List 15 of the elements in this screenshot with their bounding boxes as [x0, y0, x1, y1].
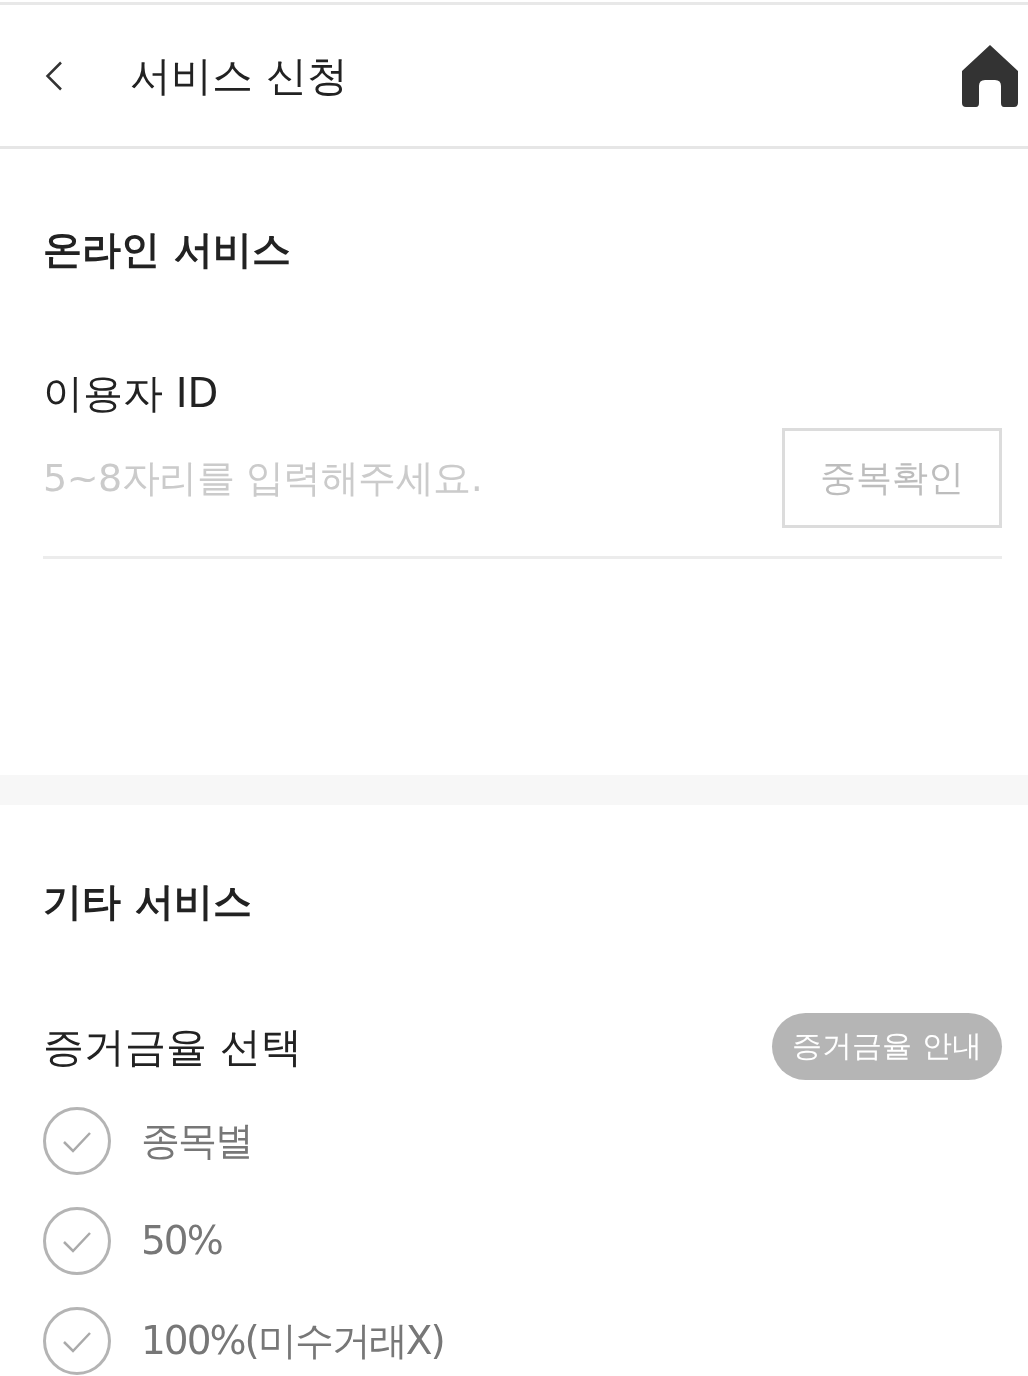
option-label[interactable]: 50%	[141, 1216, 222, 1266]
radio-check-icon[interactable]	[43, 1207, 111, 1275]
section-title: 온라인 서비스	[43, 226, 291, 274]
section-title: 기타 서비스	[43, 878, 252, 926]
option-label[interactable]: 종목별	[141, 1116, 252, 1166]
option-label[interactable]: 100%(미수거래X)	[141, 1316, 444, 1366]
field-label: 이용자 ID	[43, 369, 219, 418]
radio-check-icon[interactable]	[43, 1107, 111, 1175]
radio-check-icon[interactable]	[43, 1307, 111, 1375]
back-chevron-icon	[45, 60, 63, 91]
page-title: 서비스 신청	[130, 50, 349, 102]
home-icon	[962, 44, 1018, 107]
home-button[interactable]	[962, 44, 1018, 107]
back-button[interactable]	[45, 60, 63, 91]
field-label: 증거금율 선택	[43, 1021, 303, 1072]
